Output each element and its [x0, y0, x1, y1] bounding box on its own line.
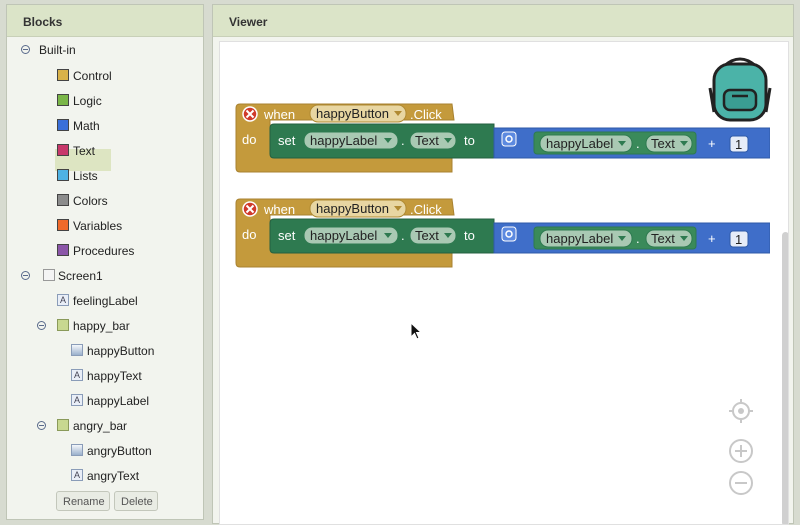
procedures-color-icon: [57, 244, 69, 256]
number-field: 1: [735, 232, 742, 247]
tree-item-label: Built-in: [39, 43, 76, 57]
number-field: 1: [735, 137, 742, 152]
to-keyword: to: [464, 228, 475, 243]
property-dropdown: Text: [415, 228, 439, 243]
label-component-icon: A: [57, 294, 69, 306]
viewer-panel-title: Viewer: [213, 5, 793, 37]
plus-operator: +: [708, 231, 716, 246]
do-keyword: do: [242, 132, 256, 147]
dot-separator: .: [636, 231, 640, 246]
button-component-icon: [71, 344, 83, 356]
drawer-label: Procedures: [73, 244, 135, 258]
when-keyword: when: [263, 107, 295, 122]
set-keyword: set: [278, 133, 296, 148]
operand-component-dropdown: happyLabel: [546, 231, 613, 246]
drawer-label: Colors: [73, 194, 108, 208]
tree-item-label: angry_bar: [73, 419, 128, 433]
tree-item-label: happyButton: [87, 344, 155, 358]
drawer-label: Lists: [73, 169, 98, 183]
event-name: .Click: [410, 202, 442, 217]
logic-color-icon: [57, 94, 69, 106]
dot-separator: .: [401, 228, 405, 243]
do-keyword: do: [242, 227, 256, 242]
drawer-label: Logic: [73, 94, 102, 108]
drawer-label: Text: [73, 144, 96, 158]
tree-item-label: happyLabel: [87, 394, 150, 408]
tree-item-label: happy_bar: [73, 319, 130, 333]
mouse-cursor-icon: [410, 322, 423, 340]
vertical-scrollbar[interactable]: [782, 232, 788, 524]
screen-icon: [43, 269, 55, 281]
control-color-icon: [57, 69, 69, 81]
event-name: .Click: [410, 107, 442, 122]
rename-button[interactable]: Rename: [56, 491, 110, 511]
zoom-in-icon[interactable]: [728, 438, 754, 464]
event-block[interactable]: when happyButton .Click do set happyLabe…: [234, 197, 770, 273]
target-component-dropdown: happyLabel: [310, 133, 377, 148]
blocks-tree: Built-in Control Logic Math Text Lists C…: [7, 37, 203, 519]
delete-button[interactable]: Delete: [114, 491, 158, 511]
dot-separator: .: [636, 136, 640, 151]
math-color-icon: [57, 119, 69, 131]
blocks-workspace[interactable]: when happyButton .Click do set happyLabe…: [219, 41, 789, 525]
lists-color-icon: [57, 169, 69, 181]
operand-property-dropdown: Text: [651, 231, 675, 246]
target-component-dropdown: happyLabel: [310, 228, 377, 243]
collapse-icon[interactable]: [21, 271, 30, 280]
dot-separator: .: [401, 133, 405, 148]
event-component-dropdown: happyButton: [316, 201, 389, 216]
tree-item-label: Screen1: [58, 269, 103, 283]
to-keyword: to: [464, 133, 475, 148]
collapse-icon[interactable]: [37, 421, 46, 430]
property-dropdown: Text: [415, 133, 439, 148]
zoom-out-icon[interactable]: [728, 470, 754, 496]
button-component-icon: [71, 444, 83, 456]
tree-item-label: happyText: [87, 369, 142, 383]
tree-item-label: angryButton: [87, 444, 152, 458]
tree-item-label: feelingLabel: [73, 294, 138, 308]
when-keyword: when: [263, 202, 295, 217]
textbox-component-icon: A: [71, 369, 83, 381]
blocks-panel-title: Blocks: [7, 5, 203, 37]
drawer-label: Control: [73, 69, 112, 83]
drawer-label: Math: [73, 119, 100, 133]
arrangement-icon: [57, 419, 69, 431]
blocks-panel: Blocks Built-in Control Logic Math Text …: [6, 4, 204, 520]
variables-color-icon: [57, 219, 69, 231]
viewer-panel: Viewer when happyButton .Click do set ha…: [212, 4, 794, 525]
event-component-dropdown: happyButton: [316, 106, 389, 121]
recenter-icon[interactable]: [728, 398, 754, 424]
event-block[interactable]: when happyButton .Click do set happyLabe…: [234, 102, 770, 178]
mutator-gear-icon: [501, 226, 517, 242]
operand-component-dropdown: happyLabel: [546, 136, 613, 151]
colors-color-icon: [57, 194, 69, 206]
collapse-icon[interactable]: [21, 45, 30, 54]
drawer-label: Variables: [73, 219, 123, 233]
arrangement-icon: [57, 319, 69, 331]
tree-item-label: angryText: [87, 469, 140, 483]
label-component-icon: A: [71, 394, 83, 406]
mutator-gear-icon: [501, 131, 517, 147]
collapse-icon[interactable]: [37, 321, 46, 330]
set-keyword: set: [278, 228, 296, 243]
plus-operator: +: [708, 136, 716, 151]
textbox-component-icon: A: [71, 469, 83, 481]
operand-property-dropdown: Text: [651, 136, 675, 151]
text-color-icon: [57, 144, 69, 156]
